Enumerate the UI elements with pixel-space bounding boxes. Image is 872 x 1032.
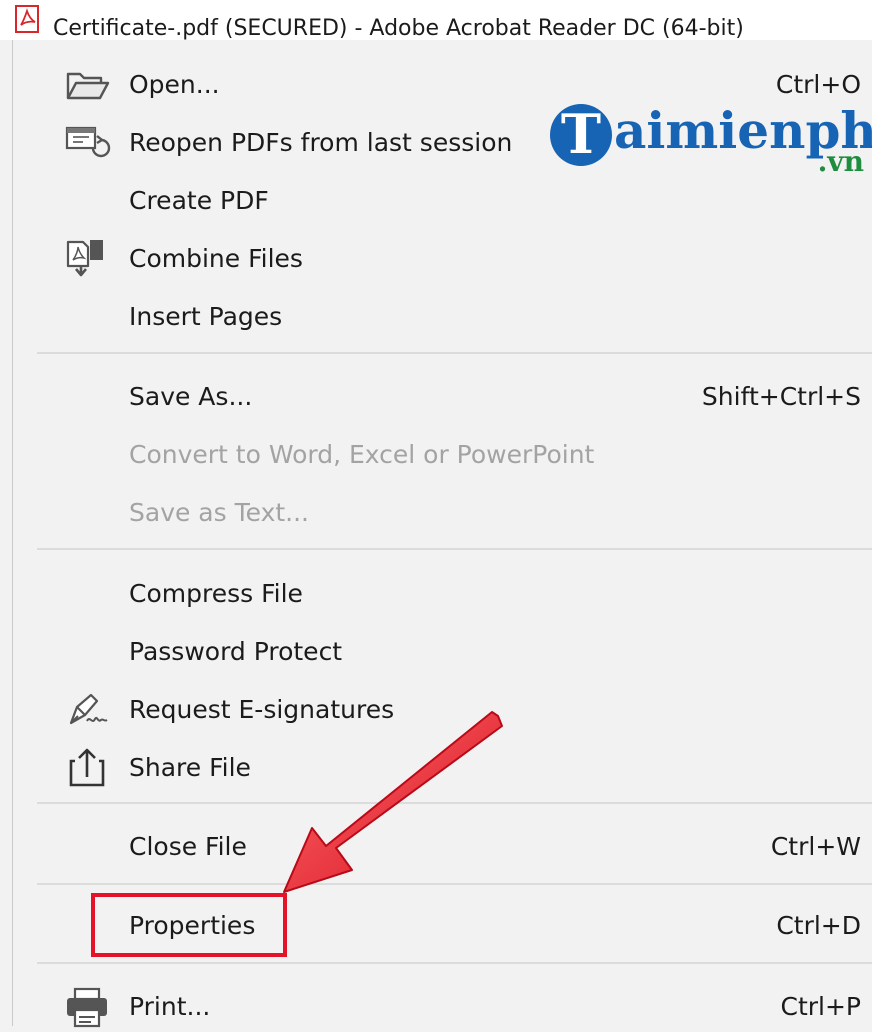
menu-item-password-protect[interactable]: Password Protect — [13, 627, 872, 677]
menu-item-combine-files[interactable]: Combine Files — [13, 234, 872, 284]
menu-item-label: Compress File — [129, 579, 303, 608]
menu-separator — [37, 883, 872, 885]
reopen-session-icon — [63, 122, 111, 164]
folder-open-icon — [63, 64, 111, 106]
e-signature-pen-icon — [63, 689, 111, 731]
properties-highlight-box — [91, 893, 287, 957]
menu-item-convert-to-word: Convert to Word, Excel or PowerPoint — [13, 430, 872, 480]
menu-item-label: Save as Text... — [129, 498, 310, 527]
menu-item-label: Create PDF — [129, 186, 269, 215]
menu-item-label: Close File — [129, 832, 247, 861]
menu-item-label: Save As... — [129, 382, 253, 411]
menu-item-label: Insert Pages — [129, 302, 283, 331]
menu-item-label: Reopen PDFs from last session — [129, 128, 513, 157]
menu-item-shortcut: Ctrl+D — [776, 911, 861, 940]
printer-icon — [63, 986, 111, 1028]
menu-item-close-file[interactable]: Close File Ctrl+W — [13, 822, 872, 872]
menu-separator — [37, 802, 872, 804]
logo-domain-suffix: .vn — [817, 145, 864, 178]
menu-item-label: Convert to Word, Excel or PowerPoint — [129, 440, 595, 469]
menu-item-label: Print... — [129, 992, 211, 1021]
menu-item-label: Open... — [129, 70, 220, 99]
logo-letter-t: T — [560, 102, 602, 166]
window-titlebar: Certificate-.pdf (SECURED) - Adobe Acrob… — [0, 0, 872, 41]
file-menu: Open... Ctrl+O Reopen PDFs from last ses… — [12, 40, 872, 1028]
menu-item-share-file[interactable]: Share File — [13, 743, 872, 793]
taimienphi-watermark-logo: T aimienphi .vn — [548, 96, 872, 186]
menu-separator — [37, 962, 872, 964]
menu-item-label: Password Protect — [129, 637, 343, 666]
menu-item-save-as-text: Save as Text... — [13, 488, 872, 538]
share-upload-icon — [63, 747, 111, 789]
menu-item-label: Combine Files — [129, 244, 303, 273]
menu-item-compress-file[interactable]: Compress File — [13, 569, 872, 619]
menu-item-label: Request E-signatures — [129, 695, 395, 724]
menu-separator — [37, 548, 872, 550]
menu-item-request-e-signatures[interactable]: Request E-signatures — [13, 685, 872, 735]
menu-item-shortcut: Ctrl+W — [770, 832, 861, 861]
acrobat-pdf-icon — [13, 4, 43, 34]
menu-item-shortcut: Shift+Ctrl+S — [701, 382, 861, 411]
menu-item-save-as[interactable]: Save As... Shift+Ctrl+S — [13, 372, 872, 422]
menu-item-insert-pages[interactable]: Insert Pages — [13, 292, 872, 342]
menu-item-print[interactable]: Print... Ctrl+P — [13, 982, 872, 1032]
menu-item-label: Share File — [129, 753, 251, 782]
combine-files-icon — [63, 238, 111, 280]
menu-separator — [37, 352, 872, 354]
menu-item-shortcut: Ctrl+P — [780, 992, 861, 1021]
